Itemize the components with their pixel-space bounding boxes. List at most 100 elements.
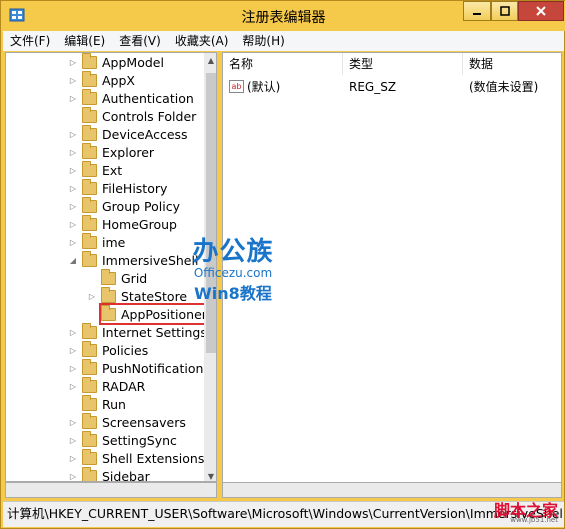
expand-arrow-icon[interactable]: ▷: [68, 345, 78, 355]
expand-arrow-icon[interactable]: ▷: [68, 363, 78, 373]
watermark-site: Officezu.com: [193, 266, 273, 280]
tree-item-label: Run: [102, 396, 126, 412]
folder-icon: [101, 268, 116, 285]
close-button[interactable]: [518, 1, 564, 21]
tree-item[interactable]: Controls Folder: [68, 106, 197, 125]
expand-arrow-icon[interactable]: ▷: [68, 381, 78, 391]
tree-item[interactable]: Grid: [87, 268, 147, 287]
menu-edit[interactable]: 编辑(E): [57, 31, 112, 51]
tree-item-label: StateStore: [121, 288, 188, 304]
tree-item[interactable]: ▷ Sidebar: [68, 466, 150, 481]
tree-item[interactable]: ▷ FileHistory: [68, 178, 168, 197]
tree-item[interactable]: ▷ DeviceAccess: [68, 124, 188, 143]
tree-item-label: Controls Folder: [102, 108, 197, 124]
tree-item-label: ime: [102, 234, 126, 250]
tree-item[interactable]: ▷ HomeGroup: [68, 214, 177, 233]
scroll-up-icon[interactable]: ▲: [204, 53, 216, 67]
expand-arrow-icon[interactable]: ▷: [68, 165, 78, 175]
tree-item[interactable]: ▷ Internet Settings: [68, 322, 207, 341]
tree-item[interactable]: ▷ Ext: [68, 160, 123, 179]
tree-item[interactable]: ▷ Shell Extensions: [68, 448, 204, 467]
menu-favorites[interactable]: 收藏夹(A): [168, 31, 236, 51]
menu-view[interactable]: 查看(V): [112, 31, 168, 51]
tree-item-label: Group Policy: [102, 198, 180, 214]
folder-icon: [82, 160, 97, 177]
expand-arrow-icon[interactable]: ▷: [68, 129, 78, 139]
tree-item[interactable]: ▷ Explorer: [68, 142, 155, 161]
tree-horizontal-scrollbar[interactable]: [5, 482, 217, 498]
no-expander: [68, 399, 78, 409]
minimize-button[interactable]: [463, 1, 491, 21]
tree-item-label: DeviceAccess: [102, 126, 188, 142]
tree-item[interactable]: ▷ Group Policy: [68, 196, 180, 215]
tree-item[interactable]: Run: [68, 394, 126, 413]
folder-icon: [82, 178, 97, 195]
tree-item[interactable]: ▷ SettingSync: [68, 430, 177, 449]
folder-icon: [82, 70, 97, 87]
tree-item-label: SettingSync: [102, 432, 177, 448]
no-expander: [87, 273, 97, 283]
column-header-data[interactable]: 数据: [463, 53, 561, 75]
tree-item-label: FileHistory: [102, 180, 168, 196]
tree-item[interactable]: ▷ AppX: [68, 70, 135, 89]
expand-arrow-icon[interactable]: ▷: [68, 147, 78, 157]
expand-arrow-icon[interactable]: ◢: [68, 255, 78, 265]
tree-item-label: Explorer: [102, 144, 155, 160]
tree-item[interactable]: ▷ Policies: [68, 340, 148, 359]
folder-icon: [82, 250, 97, 267]
corner-url: www.jb51.net: [510, 516, 558, 524]
tree-item-label: AppX: [102, 72, 135, 88]
expand-arrow-icon[interactable]: ▷: [68, 57, 78, 67]
values-horizontal-scrollbar[interactable]: [222, 482, 562, 498]
tree-item[interactable]: ▷ Screensavers: [68, 412, 186, 431]
folder-icon: [82, 430, 97, 447]
value-type: REG_SZ: [349, 80, 397, 94]
minimize-icon: [473, 13, 481, 15]
folder-icon: [82, 106, 97, 123]
expand-arrow-icon[interactable]: ▷: [68, 453, 78, 463]
expand-arrow-icon[interactable]: ▷: [68, 417, 78, 427]
menu-file[interactable]: 文件(F): [3, 31, 57, 51]
expand-arrow-icon[interactable]: ▷: [68, 201, 78, 211]
status-bar: 计算机\HKEY_CURRENT_USER\Software\Microsoft…: [3, 501, 564, 527]
tree-item-label: PushNotifications: [102, 360, 210, 376]
folder-icon: [82, 466, 97, 481]
folder-icon: [82, 358, 97, 375]
expand-arrow-icon[interactable]: ▷: [68, 219, 78, 229]
expand-arrow-icon[interactable]: ▷: [68, 75, 78, 85]
menu-bar: 文件(F) 编辑(E) 查看(V) 收藏夹(A) 帮助(H): [3, 31, 564, 51]
menu-help[interactable]: 帮助(H): [235, 31, 291, 51]
scroll-down-icon[interactable]: ▼: [204, 469, 216, 481]
folder-icon: [82, 142, 97, 159]
column-header-type[interactable]: 类型: [343, 53, 463, 75]
maximize-button[interactable]: [491, 1, 518, 21]
tree-item-label: AppModel: [102, 54, 164, 70]
tree-item[interactable]: ◢ ImmersiveShell: [68, 250, 198, 269]
folder-icon: [82, 376, 97, 393]
expand-arrow-icon[interactable]: ▷: [68, 183, 78, 193]
column-header-name[interactable]: 名称: [223, 53, 343, 75]
folder-icon: [82, 394, 97, 411]
no-expander: [87, 309, 97, 319]
title-bar[interactable]: 注册表编辑器: [1, 1, 565, 31]
expand-arrow-icon[interactable]: ▷: [68, 435, 78, 445]
expand-arrow-icon[interactable]: ▷: [68, 237, 78, 247]
expand-arrow-icon[interactable]: ▷: [68, 93, 78, 103]
tree-item-label: Ext: [102, 162, 123, 178]
folder-icon: [82, 322, 97, 339]
tree-item-label: HomeGroup: [102, 216, 177, 232]
tree-item[interactable]: ▷ ime: [68, 232, 126, 251]
expand-arrow-icon[interactable]: ▷: [68, 327, 78, 337]
tree-item[interactable]: ▷ RADAR: [68, 376, 145, 395]
expand-arrow-icon[interactable]: ▷: [68, 471, 78, 481]
tree-item-label: Authentication: [102, 90, 194, 106]
tree-item[interactable]: ▷ AppModel: [68, 53, 164, 71]
folder-icon: [101, 286, 116, 303]
tree-scroll-thumb[interactable]: [206, 73, 216, 353]
tree-item[interactable]: ▷ Authentication: [68, 88, 194, 107]
folder-icon: [82, 448, 97, 465]
tree-item[interactable]: ▷ PushNotifications: [68, 358, 210, 377]
tree-item-label: Screensavers: [102, 414, 186, 430]
expand-arrow-icon[interactable]: ▷: [87, 291, 97, 301]
value-row[interactable]: ab (默认) REG_SZ (数值未设置): [223, 77, 561, 97]
